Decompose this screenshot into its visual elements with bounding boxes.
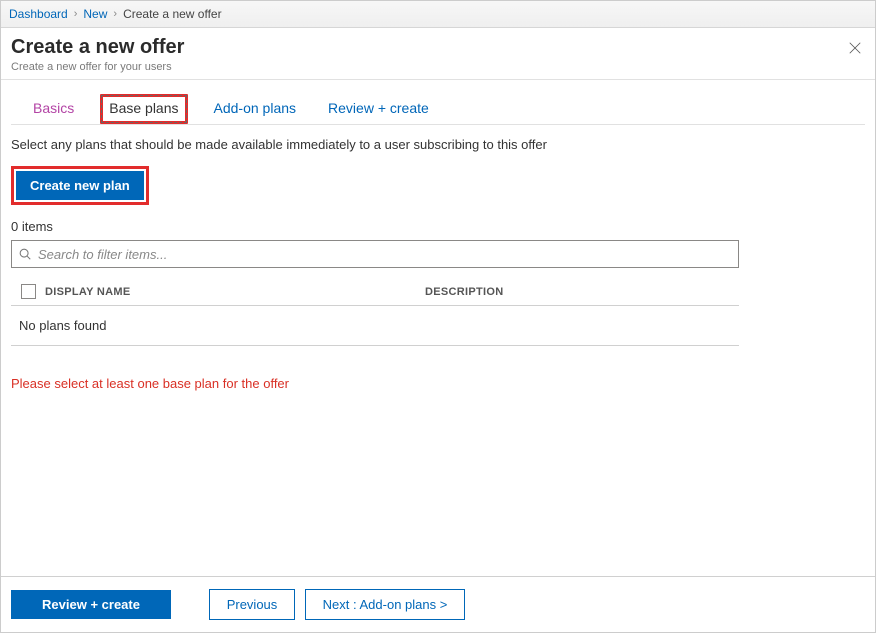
close-icon <box>848 41 862 55</box>
main-content: Select any plans that should be made ava… <box>1 125 875 576</box>
table-header-row: DISPLAY NAME DESCRIPTION <box>11 278 739 306</box>
empty-state-text: No plans found <box>11 306 739 346</box>
validation-error: Please select at least one base plan for… <box>11 376 865 391</box>
filter-box[interactable] <box>11 240 739 268</box>
filter-input[interactable] <box>38 247 732 262</box>
breadcrumb-item-dashboard[interactable]: Dashboard <box>9 7 68 21</box>
footer-bar: Review + create Previous Next : Add-on p… <box>1 576 875 632</box>
column-header-display-name[interactable]: DISPLAY NAME <box>45 286 425 298</box>
column-header-description[interactable]: DESCRIPTION <box>425 286 739 298</box>
create-new-plan-button[interactable]: Create new plan <box>16 171 144 200</box>
tab-base-plans[interactable]: Base plans <box>100 94 187 124</box>
breadcrumb-item-current: Create a new offer <box>123 7 222 21</box>
search-icon <box>18 247 32 261</box>
breadcrumb-item-new[interactable]: New <box>83 7 107 21</box>
previous-button[interactable]: Previous <box>209 589 295 620</box>
close-button[interactable] <box>845 38 865 58</box>
chevron-right-icon: › <box>113 8 117 20</box>
intro-text: Select any plans that should be made ava… <box>11 137 865 152</box>
items-count-label: 0 items <box>11 219 865 234</box>
page-title: Create a new offer <box>11 36 845 59</box>
page-header: Create a new offer Create a new offer fo… <box>1 28 875 80</box>
select-all-checkbox[interactable] <box>21 284 36 299</box>
review-create-button[interactable]: Review + create <box>11 590 171 619</box>
plans-table: DISPLAY NAME DESCRIPTION No plans found <box>11 278 739 346</box>
next-button[interactable]: Next : Add-on plans > <box>305 589 465 620</box>
page-subtitle: Create a new offer for your users <box>11 61 845 73</box>
breadcrumb: Dashboard › New › Create a new offer <box>1 1 875 28</box>
tab-addon-plans[interactable]: Add-on plans <box>208 94 303 124</box>
tab-bar: Basics Base plans Add-on plans Review + … <box>11 80 865 125</box>
tab-review-create[interactable]: Review + create <box>322 94 435 124</box>
chevron-right-icon: › <box>74 8 78 20</box>
tab-basics[interactable]: Basics <box>27 94 80 124</box>
